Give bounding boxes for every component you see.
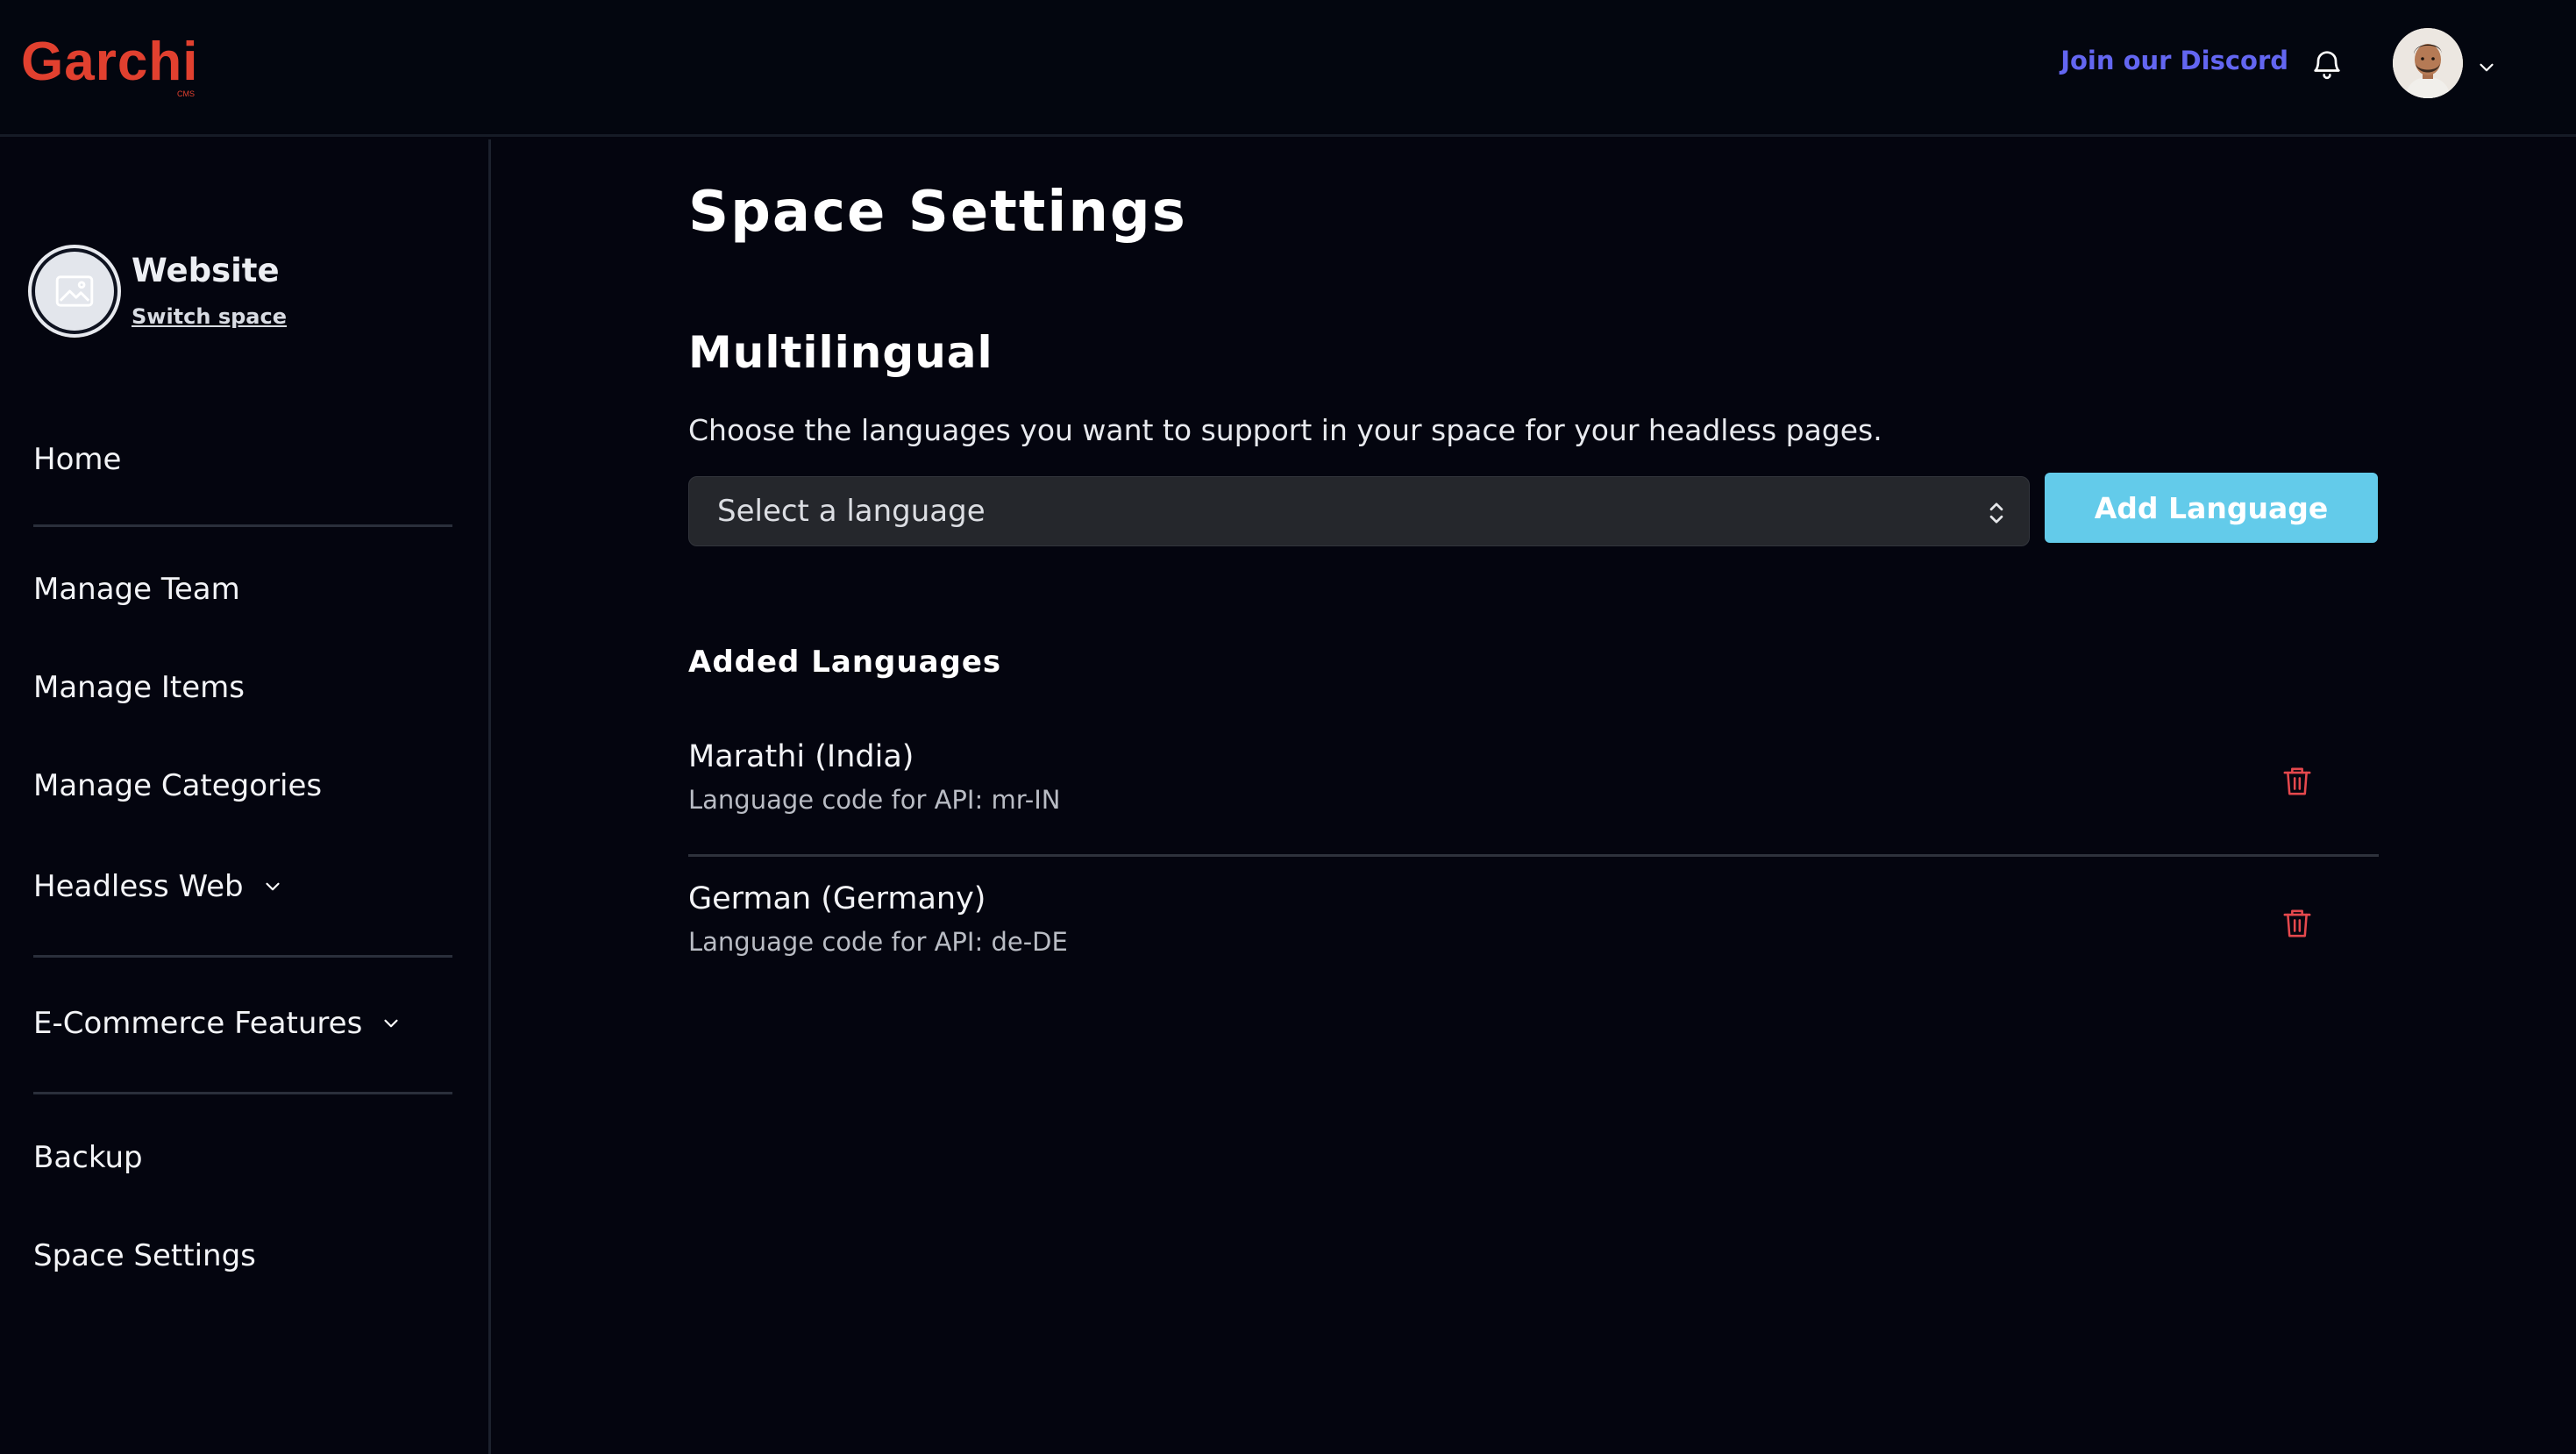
sidebar-item-manage-items[interactable]: Manage Items (33, 670, 245, 705)
main-content: Space Settings Multilingual Choose the l… (494, 139, 2576, 1454)
add-language-button[interactable]: Add Language (2045, 473, 2378, 543)
garchi-logo[interactable]: Garchi (21, 35, 198, 89)
language-row: Marathi (India) Language code for API: m… (688, 739, 2379, 880)
sidebar-divider (33, 955, 452, 958)
sidebar-item-label: Manage Team (33, 572, 240, 607)
sidebar-item-manage-team[interactable]: Manage Team (33, 572, 240, 607)
sidebar-item-label: Space Settings (33, 1238, 256, 1273)
sidebar-divider (33, 524, 452, 527)
sidebar-item-label: Manage Categories (33, 768, 323, 803)
sidebar-item-headless-web[interactable]: Headless Web (33, 869, 284, 904)
language-row: German (Germany) Language code for API: … (688, 881, 2379, 1022)
top-bar: Garchi CMS Join our Discord (0, 0, 2576, 137)
language-select-value: Select a language (717, 494, 986, 529)
sidebar: Website Switch space Home Manage Team Ma… (0, 139, 491, 1454)
chevron-down-icon[interactable] (2475, 56, 2498, 79)
sidebar-item-ecommerce-features[interactable]: E-Commerce Features (33, 1006, 402, 1041)
sidebar-item-label: Backup (33, 1140, 143, 1175)
language-name: German (Germany) (688, 881, 986, 916)
sidebar-item-manage-categories[interactable]: Manage Categories (33, 768, 322, 803)
sidebar-item-label: Headless Web (33, 869, 244, 904)
trash-icon[interactable] (2282, 764, 2312, 799)
sidebar-item-label: Home (33, 442, 122, 477)
chevron-down-icon (384, 1019, 398, 1028)
section-description: Choose the languages you want to support… (688, 413, 1882, 447)
switch-space-link[interactable]: Switch space (132, 304, 287, 329)
sidebar-item-label: E-Commerce Features (33, 1006, 363, 1041)
page-title: Space Settings (688, 180, 1187, 245)
sidebar-item-label: Manage Items (33, 670, 245, 705)
image-placeholder-icon (35, 252, 114, 331)
join-discord-link[interactable]: Join our Discord (2060, 46, 2288, 75)
select-arrows-icon (1989, 502, 2003, 524)
trash-icon[interactable] (2282, 906, 2312, 941)
section-title-multilingual: Multilingual (688, 327, 993, 378)
user-avatar[interactable] (2393, 28, 2463, 98)
language-code: Language code for API: mr-IN (688, 785, 1061, 815)
language-name: Marathi (India) (688, 739, 914, 774)
bell-icon[interactable] (2309, 46, 2345, 82)
space-avatar[interactable] (28, 245, 121, 338)
language-code: Language code for API: de-DE (688, 927, 1068, 957)
language-select[interactable]: Select a language (688, 476, 2030, 546)
sidebar-divider (33, 1092, 452, 1094)
added-languages-heading: Added Languages (688, 645, 1002, 680)
sidebar-item-home[interactable]: Home (33, 442, 121, 477)
sidebar-item-space-settings[interactable]: Space Settings (33, 1238, 256, 1273)
row-divider (688, 854, 2379, 857)
logo-subtitle: CMS (177, 89, 195, 98)
space-name: Website (132, 252, 280, 289)
chevron-down-icon (266, 882, 280, 891)
sidebar-item-backup[interactable]: Backup (33, 1140, 143, 1175)
